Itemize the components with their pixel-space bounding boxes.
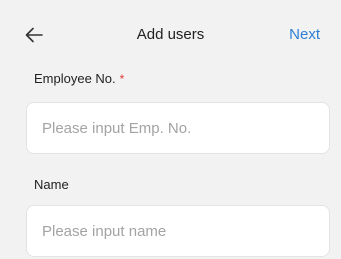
employee-no-label-text: Employee No. (34, 71, 116, 86)
next-button[interactable]: Next (289, 26, 320, 44)
app-header: Add users Next (0, 0, 341, 70)
required-marker: * (119, 72, 125, 86)
arrow-left-icon (25, 27, 43, 43)
employee-no-input[interactable] (27, 103, 329, 153)
back-button[interactable] (24, 26, 44, 44)
name-label: Name (34, 177, 69, 192)
employee-no-label: Employee No. * (34, 71, 124, 87)
name-input[interactable] (27, 206, 329, 256)
employee-no-field-box (26, 102, 330, 154)
name-field-box (26, 205, 330, 257)
